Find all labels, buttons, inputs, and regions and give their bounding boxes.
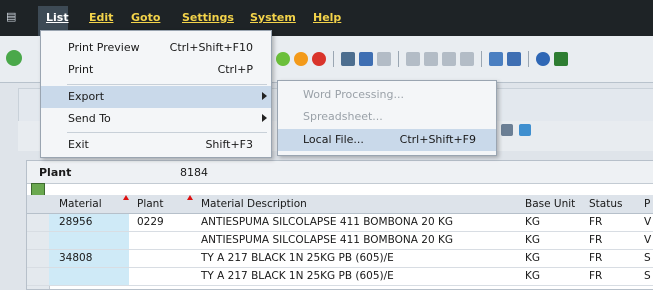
submenu-arrow-icon: [262, 92, 267, 100]
plant-label: Plant: [39, 166, 72, 179]
toolbar-separator: [481, 51, 482, 67]
toolbar-separator: [528, 51, 529, 67]
menu-item-print[interactable]: Print Ctrl+P: [41, 59, 271, 81]
table-row[interactable]: TY A 217 BLACK 1N 25KG PB (605)/E KG FR …: [27, 268, 653, 286]
last-page-icon[interactable]: [460, 52, 474, 66]
table-row[interactable]: 28956 0229 ANTIESPUMA SILCOLAPSE 411 BOM…: [27, 214, 653, 232]
customize-layout-icon[interactable]: [554, 52, 568, 66]
find-icon[interactable]: [359, 52, 373, 66]
table-row[interactable]: 34808 TY A 217 BLACK 1N 25KG PB (605)/E …: [27, 250, 653, 268]
menu-list[interactable]: List: [46, 11, 69, 24]
menu-separator: [67, 84, 267, 85]
alv-toolbar-icons: [501, 124, 531, 136]
menu-item-shortcut: Ctrl+Shift+F10: [169, 41, 253, 54]
status-cell[interactable]: FR: [589, 270, 602, 282]
sort-asc-icon: [187, 195, 193, 200]
print-icon[interactable]: [341, 52, 355, 66]
help-icon[interactable]: [536, 52, 550, 66]
submenu-item-local-file[interactable]: Local File... Ctrl+Shift+F9: [278, 129, 496, 151]
material-cell[interactable]: 34808: [59, 252, 92, 264]
submenu-item-word-processing: Word Processing...: [278, 84, 496, 106]
menu-item-label: Send To: [68, 112, 111, 125]
submenu-item-spreadsheet: Spreadsheet...: [278, 106, 496, 128]
p-cell[interactable]: V: [644, 216, 651, 228]
submenu-item-shortcut: Ctrl+Shift+F9: [399, 133, 476, 146]
find-next-icon[interactable]: [377, 52, 391, 66]
col-material-description[interactable]: Material Description: [201, 198, 307, 210]
menu-item-exit[interactable]: Exit Shift+F3: [41, 134, 271, 156]
description-cell[interactable]: TY A 217 BLACK 1N 25KG PB (605)/E: [201, 252, 394, 264]
menu-goto[interactable]: Goto: [131, 11, 160, 24]
menu-separator: [67, 132, 267, 133]
submenu-item-label: Local File...: [303, 133, 364, 146]
next-page-icon[interactable]: [442, 52, 456, 66]
export-submenu: Word Processing... Spreadsheet... Local …: [277, 80, 497, 156]
submenu-arrow-icon: [262, 114, 267, 122]
list-dropdown-menu: Print Preview Ctrl+Shift+F10 Print Ctrl+…: [40, 30, 272, 158]
menu-item-send-to[interactable]: Send To: [41, 108, 271, 130]
sort-asc-icon: [123, 195, 129, 200]
menu-item-label: Exit: [68, 138, 89, 151]
status-cell[interactable]: FR: [589, 252, 602, 264]
menu-settings[interactable]: Settings: [182, 11, 234, 24]
status-cell[interactable]: FR: [589, 216, 602, 228]
unit-cell[interactable]: KG: [525, 270, 540, 282]
col-plant[interactable]: Plant: [137, 198, 163, 210]
material-cell[interactable]: 28956: [59, 216, 92, 228]
export-icon[interactable]: [519, 124, 531, 136]
material-cell-bg: [49, 268, 129, 285]
unit-cell[interactable]: KG: [525, 252, 540, 264]
exit-icon[interactable]: [294, 52, 308, 66]
menu-system[interactable]: System: [250, 11, 296, 24]
back-icon[interactable]: [276, 52, 290, 66]
layout-icon[interactable]: [501, 124, 513, 136]
col-base-unit[interactable]: Base Unit: [525, 198, 575, 210]
menu-help[interactable]: Help: [313, 11, 341, 24]
unit-cell[interactable]: KG: [525, 216, 540, 228]
p-cell[interactable]: S: [644, 252, 651, 264]
alv-grid: Plant 8184 Material Plant Material Descr…: [26, 160, 653, 290]
enter-icon[interactable]: [6, 50, 22, 66]
table-row[interactable]: ANTIESPUMA SILCOLAPSE 411 BOMBONA 20 KG …: [27, 232, 653, 250]
first-page-icon[interactable]: [406, 52, 420, 66]
menu-item-shortcut: Shift+F3: [205, 138, 253, 151]
col-status[interactable]: Status: [589, 198, 622, 210]
toolbar-separator: [398, 51, 399, 67]
material-cell-bg: [49, 232, 129, 249]
plant-header-row: Plant 8184: [27, 161, 653, 184]
menu-item-print-preview[interactable]: Print Preview Ctrl+Shift+F10: [41, 37, 271, 59]
menu-item-export[interactable]: Export: [41, 86, 271, 108]
description-cell[interactable]: ANTIESPUMA SILCOLAPSE 411 BOMBONA 20 KG: [201, 234, 453, 246]
shortcut-icon[interactable]: [507, 52, 521, 66]
cancel-icon[interactable]: [312, 52, 326, 66]
toolbar-icons: [276, 50, 568, 68]
description-cell[interactable]: TY A 217 BLACK 1N 25KG PB (605)/E: [201, 270, 394, 282]
plant-cell[interactable]: 0229: [137, 216, 164, 228]
col-material[interactable]: Material: [59, 198, 102, 210]
description-cell[interactable]: ANTIESPUMA SILCOLAPSE 411 BOMBONA 20 KG: [201, 216, 453, 228]
p-cell[interactable]: V: [644, 234, 651, 246]
menu-item-label: Print: [68, 63, 94, 76]
unit-cell[interactable]: KG: [525, 234, 540, 246]
toolbar-separator: [333, 51, 334, 67]
menu-edit[interactable]: Edit: [89, 11, 113, 24]
prev-page-icon[interactable]: [424, 52, 438, 66]
submenu-item-label: Spreadsheet...: [303, 110, 383, 123]
plant-value: 8184: [180, 166, 208, 179]
status-cell[interactable]: FR: [589, 234, 602, 246]
submenu-item-label: Word Processing...: [303, 88, 404, 101]
column-header-row: Material Plant Material Description Base…: [27, 195, 653, 214]
new-session-icon[interactable]: [489, 52, 503, 66]
col-p[interactable]: P: [644, 198, 650, 210]
menu-item-label: Export: [68, 90, 105, 103]
menu-item-label: Print Preview: [68, 41, 140, 54]
p-cell[interactable]: S: [644, 270, 651, 282]
menu-item-shortcut: Ctrl+P: [217, 63, 253, 76]
system-menu-icon[interactable]: ▤: [6, 10, 20, 23]
